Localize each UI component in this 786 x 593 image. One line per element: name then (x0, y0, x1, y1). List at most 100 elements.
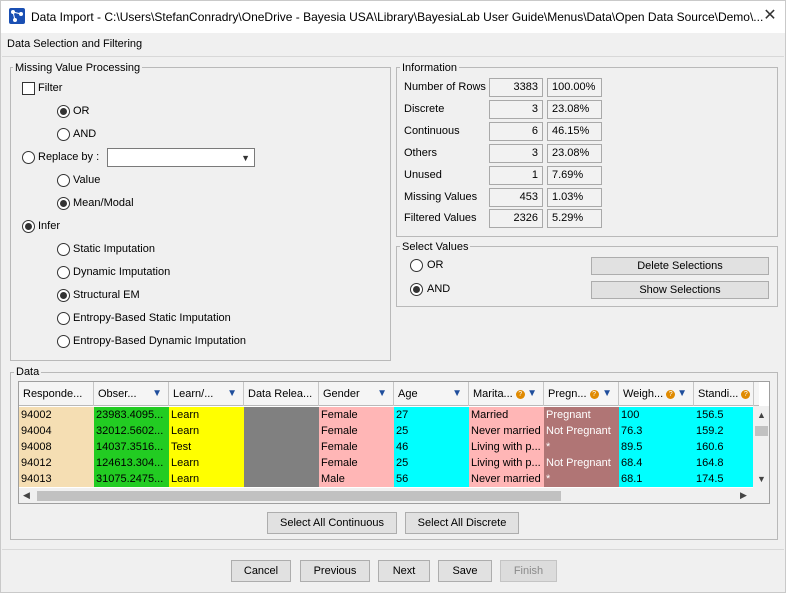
filter-checkbox[interactable] (22, 82, 35, 95)
column-header[interactable]: Age ▼ (394, 382, 469, 406)
horizontal-scroll-thumb[interactable] (37, 491, 561, 501)
select-and-radio[interactable] (410, 283, 423, 296)
mean-modal-radio[interactable] (57, 197, 70, 210)
table-cell[interactable]: 31075.2475... (94, 471, 169, 487)
table-cell[interactable]: 124613.304... (94, 455, 169, 471)
table-cell[interactable] (244, 471, 319, 487)
table-cell[interactable]: Never married (469, 471, 544, 487)
table-cell[interactable]: Living with p... (469, 455, 544, 471)
filter-and-radio[interactable] (57, 128, 70, 141)
static-imputation-radio[interactable] (57, 243, 70, 256)
table-cell[interactable]: 14037.3516... (94, 439, 169, 455)
column-filter-icon[interactable]: ▼ (602, 382, 612, 406)
table-cell[interactable]: Married (469, 407, 544, 423)
table-cell[interactable]: 46 (394, 439, 469, 455)
entropy-dynamic-radio[interactable] (57, 335, 70, 348)
table-cell[interactable]: 94012 (19, 455, 94, 471)
column-header[interactable]: Responde... (19, 382, 94, 406)
column-filter-icon[interactable]: ▼ (377, 382, 387, 406)
column-filter-icon[interactable]: ▼ (452, 382, 462, 406)
table-cell[interactable]: 25 (394, 455, 469, 471)
cancel-button[interactable]: Cancel (231, 560, 291, 582)
table-cell[interactable]: Not Pregnant (544, 423, 619, 439)
column-header[interactable]: Weigh...? ▼ (619, 382, 694, 406)
scroll-left-icon[interactable]: ◀ (23, 490, 30, 501)
vertical-scroll-thumb[interactable] (755, 426, 768, 436)
table-cell[interactable]: * (544, 439, 619, 455)
select-all-continuous-button[interactable]: Select All Continuous (267, 512, 397, 534)
column-header[interactable]: Data Relea... (244, 382, 319, 406)
select-all-discrete-button[interactable]: Select All Discrete (405, 512, 519, 534)
column-filter-icon[interactable]: ▼ (677, 382, 687, 406)
table-cell[interactable]: 94008 (19, 439, 94, 455)
table-cell[interactable] (244, 407, 319, 423)
table-cell[interactable]: 68.4 (619, 455, 694, 471)
table-cell[interactable]: Female (319, 423, 394, 439)
table-cell[interactable] (244, 455, 319, 471)
horizontal-scrollbar[interactable]: ◀ ▶ (19, 488, 769, 503)
column-header[interactable]: Pregn...? ▼ (544, 382, 619, 406)
structural-em-radio[interactable] (57, 289, 70, 302)
value-radio[interactable] (57, 174, 70, 187)
column-filter-icon[interactable]: ▼ (227, 382, 237, 406)
entropy-static-radio[interactable] (57, 312, 70, 325)
table-cell[interactable]: 32012.5602... (94, 423, 169, 439)
close-icon[interactable]: ✕ (759, 5, 781, 27)
previous-button[interactable]: Previous (300, 560, 370, 582)
table-cell[interactable]: Learn (169, 471, 244, 487)
table-cell[interactable]: Learn (169, 423, 244, 439)
scroll-right-icon[interactable]: ▶ (740, 490, 747, 501)
table-cell[interactable]: 156.5 (694, 407, 754, 423)
table-header: Responde... Obser... ▼ Learn/... ▼ Data Relea… (19, 382, 759, 406)
table-cell[interactable]: Pregnant (544, 407, 619, 423)
table-cell[interactable]: Not Pregnant (544, 455, 619, 471)
table-cell[interactable]: 174.5 (694, 471, 754, 487)
table-cell[interactable]: Test (169, 439, 244, 455)
column-header[interactable]: Learn/... ▼ (169, 382, 244, 406)
next-button[interactable]: Next (378, 560, 430, 582)
infer-radio[interactable] (22, 220, 35, 233)
column-filter-icon[interactable]: ▼ (152, 382, 162, 406)
column-header[interactable]: Gender ▼ (319, 382, 394, 406)
table-cell[interactable]: 164.8 (694, 455, 754, 471)
table-cell[interactable]: 94004 (19, 423, 94, 439)
table-cell[interactable]: 100 (619, 407, 694, 423)
column-header[interactable]: Obser... ▼ (94, 382, 169, 406)
table-cell[interactable]: 56 (394, 471, 469, 487)
show-selections-button[interactable]: Show Selections (591, 281, 769, 299)
filter-or-radio[interactable] (57, 105, 70, 118)
scroll-down-icon[interactable]: ▼ (757, 474, 766, 484)
table-cell[interactable]: Male (319, 471, 394, 487)
table-cell[interactable]: * (544, 471, 619, 487)
table-cell[interactable]: 159.2 (694, 423, 754, 439)
table-cell[interactable]: 94013 (19, 471, 94, 487)
table-cell[interactable] (244, 423, 319, 439)
table-cell[interactable]: Learn (169, 455, 244, 471)
table-cell[interactable]: 76.3 (619, 423, 694, 439)
table-cell[interactable]: 25 (394, 423, 469, 439)
table-cell[interactable]: 23983.4095... (94, 407, 169, 423)
dynamic-imputation-radio[interactable] (57, 266, 70, 279)
column-filter-icon[interactable]: ▼ (527, 382, 537, 406)
table-cell[interactable]: 89.5 (619, 439, 694, 455)
select-or-radio[interactable] (410, 259, 423, 272)
save-button[interactable]: Save (438, 560, 492, 582)
table-cell[interactable]: 68.1 (619, 471, 694, 487)
delete-selections-button[interactable]: Delete Selections (591, 257, 769, 275)
table-cell[interactable]: Female (319, 439, 394, 455)
column-header[interactable]: Standi...? (694, 382, 754, 406)
scroll-up-icon[interactable]: ▲ (757, 410, 766, 420)
column-header[interactable]: Marita...? ▼ (469, 382, 544, 406)
table-cell[interactable]: 94002 (19, 407, 94, 423)
replace-by-radio[interactable] (22, 151, 35, 164)
table-cell[interactable]: Never married (469, 423, 544, 439)
replace-by-select[interactable]: ▼ (107, 148, 255, 167)
table-cell[interactable] (244, 439, 319, 455)
table-cell[interactable]: Learn (169, 407, 244, 423)
vertical-scrollbar[interactable]: ▲ ▼ (753, 406, 769, 488)
table-cell[interactable]: Living with p... (469, 439, 544, 455)
table-cell[interactable]: 160.6 (694, 439, 754, 455)
table-cell[interactable]: 27 (394, 407, 469, 423)
table-cell[interactable]: Female (319, 407, 394, 423)
table-cell[interactable]: Female (319, 455, 394, 471)
